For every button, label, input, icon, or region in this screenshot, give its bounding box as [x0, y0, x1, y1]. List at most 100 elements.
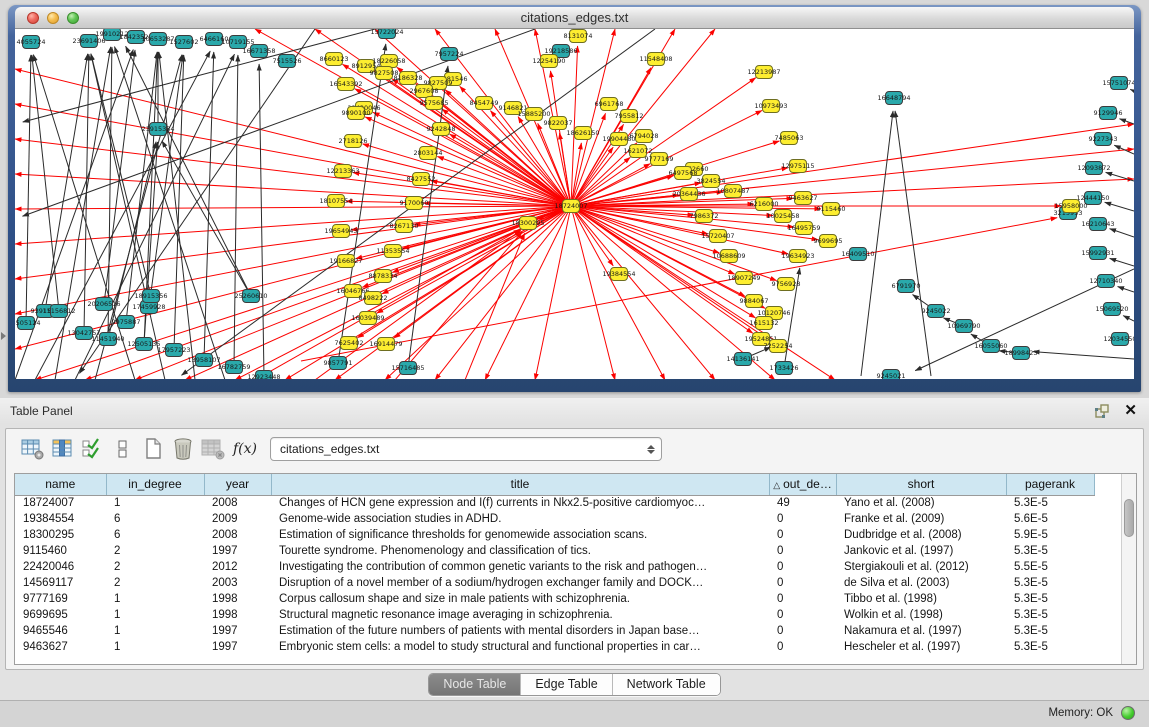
row-height-button[interactable]	[108, 435, 138, 463]
network-node[interactable]: 8131074	[564, 30, 593, 43]
network-node[interactable]: 16210643	[1081, 218, 1114, 231]
network-node[interactable]: 9699695	[814, 235, 843, 248]
network-node[interactable]: 19166827	[329, 255, 362, 268]
black-edge[interactable]	[1123, 316, 1134, 321]
network-node[interactable]: 9884067	[740, 295, 769, 308]
network-node[interactable]: 9463627	[789, 192, 818, 205]
black-edge[interactable]	[149, 55, 183, 307]
network-node[interactable]: 16055060	[974, 340, 1007, 353]
network-node[interactable]: 12034550	[1103, 333, 1134, 346]
red-edge[interactable]	[395, 232, 522, 379]
network-node[interactable]: 1527602	[170, 36, 199, 49]
table-selector[interactable]: citations_edges.txt	[270, 437, 662, 461]
create-column-button[interactable]	[138, 435, 168, 463]
network-node[interactable]: 12975115	[781, 160, 814, 173]
table-row[interactable]: 1938455462009Genome-wide association stu…	[15, 511, 1094, 527]
red-edge[interactable]	[315, 230, 521, 379]
network-node[interactable]: 4055724	[17, 36, 46, 49]
network-node[interactable]: 16648794	[877, 92, 910, 105]
minimize-window-button[interactable]	[47, 12, 59, 24]
network-node[interactable]: 8454749	[470, 97, 499, 110]
network-node[interactable]: 6497568	[669, 167, 698, 180]
network-node[interactable]: 7986372	[690, 210, 719, 223]
red-edge[interactable]	[15, 206, 571, 209]
network-node[interactable]: 9227343	[1089, 133, 1118, 146]
network-node[interactable]: 17957223	[157, 344, 190, 357]
black-edge[interactable]	[1130, 89, 1134, 91]
network-node[interactable]: 15069520	[1095, 303, 1128, 316]
red-edge[interactable]	[385, 206, 571, 379]
network-node[interactable]: 2718126	[339, 135, 368, 148]
network-canvas[interactable]: 4055724236914061991021218423520106532871…	[15, 29, 1134, 379]
table-row[interactable]: 2242004622012Investigating the contribut…	[15, 559, 1094, 575]
network-node[interactable]: 9975887	[112, 316, 141, 329]
network-node[interactable]: 8505124	[15, 317, 40, 330]
delete-columns-button[interactable]	[168, 435, 198, 463]
network-node[interactable]: 2967608	[410, 85, 439, 98]
network-node[interactable]: 9245021	[877, 370, 906, 380]
black-edge[interactable]	[26, 55, 31, 323]
network-node[interactable]: 9129946	[1094, 107, 1123, 120]
black-edge[interactable]	[861, 111, 893, 376]
network-node[interactable]: 15751074	[1102, 77, 1134, 90]
network-node[interactable]: 12710340	[1089, 275, 1122, 288]
black-edge[interactable]	[1033, 352, 1134, 359]
network-node[interactable]: 16671358	[242, 45, 275, 58]
table-row[interactable]: 1456911722003Disruption of a novel membe…	[15, 575, 1094, 591]
network-node[interactable]: 18626150	[566, 127, 599, 140]
column-header-name[interactable]: name	[15, 474, 106, 495]
table-row[interactable]: 1830029562008Estimation of significance …	[15, 527, 1094, 543]
network-node[interactable]: 8660123	[320, 53, 349, 66]
network-node[interactable]: 8878334	[369, 270, 398, 283]
network-node[interactable]: 16543392	[329, 78, 362, 91]
column-header-in-degree[interactable]: in_degree	[106, 474, 204, 495]
table-mode-button[interactable]	[18, 435, 48, 463]
network-node[interactable]: 10969790	[947, 320, 980, 333]
network-node[interactable]: 11451940	[91, 333, 124, 346]
zoom-window-button[interactable]	[67, 12, 79, 24]
function-builder-button[interactable]: f(x)	[228, 441, 262, 457]
network-node[interactable]: 9575685	[420, 97, 449, 110]
red-edge[interactable]	[15, 174, 571, 206]
network-node[interactable]: 19634923	[781, 250, 814, 263]
network-node[interactable]: 12923448	[247, 371, 280, 380]
network-node[interactable]: 12213363	[326, 165, 359, 178]
network-node[interactable]: 10688609	[712, 250, 745, 263]
network-node[interactable]: 6791970	[892, 280, 921, 293]
network-node[interactable]: 9245022	[922, 305, 951, 318]
network-node[interactable]: 7485063	[775, 132, 804, 145]
network-node[interactable]: 19654943	[324, 225, 357, 238]
network-node[interactable]: 2803144	[414, 147, 443, 160]
black-edge[interactable]	[1105, 202, 1134, 211]
black-edge[interactable]	[126, 46, 251, 296]
panel-collapse-arrow[interactable]	[1, 332, 6, 340]
network-node[interactable]: 9857791	[324, 357, 353, 370]
network-node[interactable]: 8427552	[407, 173, 436, 186]
network-node[interactable]: 16495759	[787, 222, 820, 235]
table-row[interactable]: 911546021997Tourette syndrome. Phenomeno…	[15, 543, 1094, 559]
network-node[interactable]: 20364436	[672, 188, 705, 201]
network-node[interactable]: 1615132	[750, 317, 779, 330]
table-scrollbar[interactable]	[1121, 474, 1136, 664]
black-edge[interactable]	[1110, 258, 1134, 266]
select-columns-button[interactable]	[78, 435, 108, 463]
column-header-title[interactable]: title	[271, 474, 769, 495]
show-columns-button[interactable]	[48, 435, 78, 463]
network-node[interactable]: 18907249	[727, 272, 760, 285]
black-edge[interactable]	[1120, 119, 1134, 124]
close-panel-icon[interactable]: ✕	[1124, 402, 1137, 420]
column-header-out-de-[interactable]: △out_de…	[769, 474, 836, 495]
column-header-short[interactable]: short	[836, 474, 1006, 495]
network-node[interactable]: 10973493	[754, 100, 787, 113]
network-window-titlebar[interactable]: citations_edges.txt	[15, 7, 1134, 29]
column-header-year[interactable]: year	[204, 474, 271, 495]
network-node[interactable]: 16914479	[369, 338, 402, 351]
network-node[interactable]: 1733426	[770, 362, 799, 375]
network-node[interactable]: 10807487	[716, 185, 749, 198]
tab-network-table[interactable]: Network Table	[613, 674, 720, 695]
table-row[interactable]: 977716911998Corpus callosum shape and si…	[15, 591, 1094, 607]
black-edge[interactable]	[95, 55, 182, 379]
red-edge[interactable]	[437, 156, 571, 206]
red-edge[interactable]	[373, 112, 571, 206]
network-node[interactable]: 14136141	[726, 353, 759, 366]
